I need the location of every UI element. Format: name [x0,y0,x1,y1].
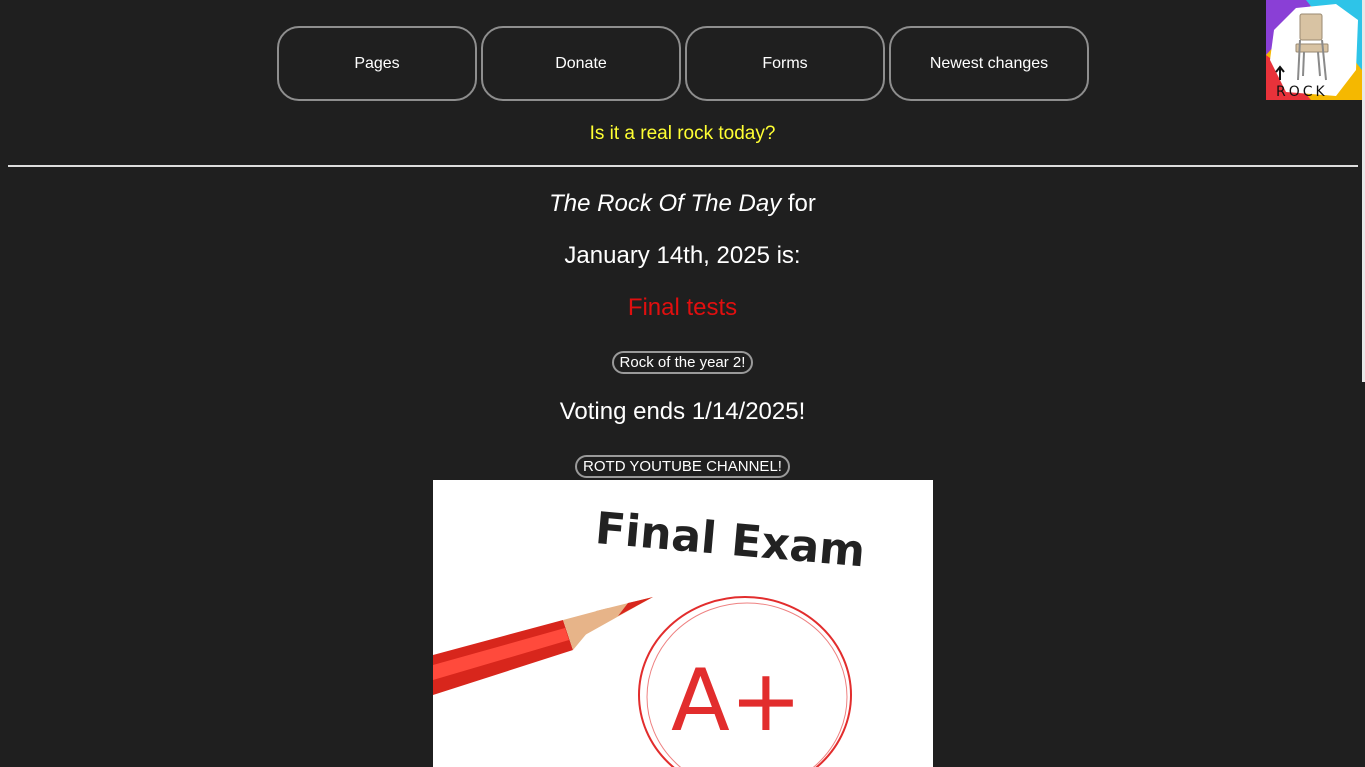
rotd-date: January 14th, 2025 is: [564,242,801,269]
rock-name: Final tests [627,294,738,321]
top-nav: Pages Donate Forms Newest changes [277,26,1089,101]
youtube-row: ROTD YOUTUBE CHANNEL! [0,455,1365,478]
divider [8,165,1358,167]
final-exam-image: Final Exam A+ [433,480,933,767]
youtube-channel-button[interactable]: ROTD YOUTUBE CHANNEL! [575,455,790,478]
rotd-title-italic: The Rock Of The Day [549,190,782,217]
page: Pages Donate Forms Newest changes ROCK I… [0,0,1365,767]
final-exam-illustration: Final Exam A+ [433,480,933,767]
voting-text: Voting ends 1/14/2025! [559,398,806,425]
rock-of-year-row: Rock of the year 2! [0,351,1365,374]
nav-button-donate[interactable]: Donate [481,26,681,101]
rotd-title: The Rock Of The Day for [0,190,1365,218]
site-logo[interactable]: ROCK [1266,0,1362,100]
chair-logo-icon: ROCK [1266,0,1362,100]
nav-button-newest-changes[interactable]: Newest changes [889,26,1089,101]
real-rock-link[interactable]: Is it a real rock today? [0,123,1365,145]
logo-text: ROCK [1276,84,1328,100]
nav-button-forms[interactable]: Forms [685,26,885,101]
grade-text: A+ [671,651,802,751]
rotd-title-suffix: for [781,190,816,217]
nav-button-pages[interactable]: Pages [277,26,477,101]
rock-of-year-button[interactable]: Rock of the year 2! [611,351,754,374]
